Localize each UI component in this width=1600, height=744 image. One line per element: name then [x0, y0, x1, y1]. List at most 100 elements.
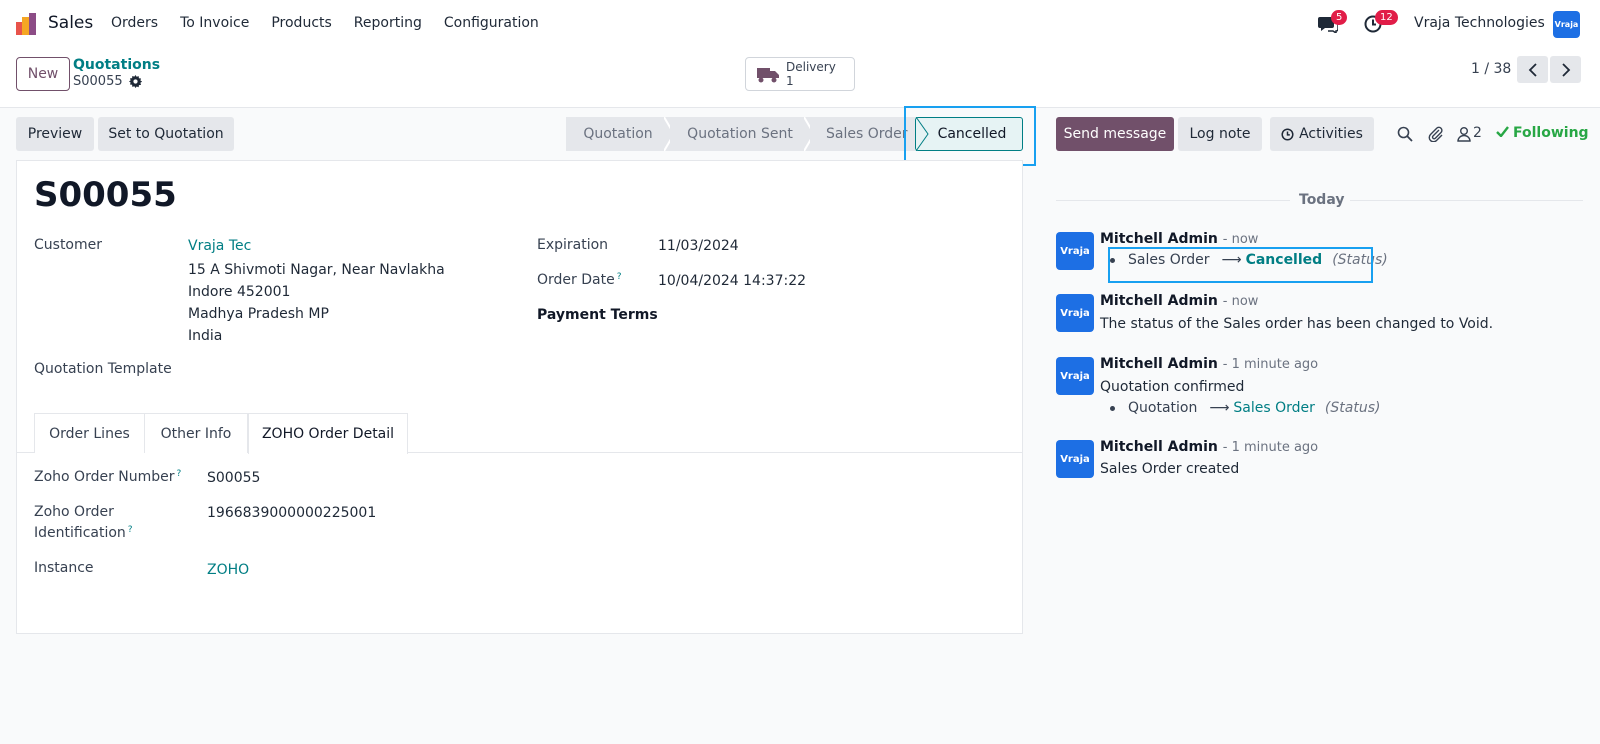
followers-icon[interactable]: [1457, 126, 1471, 142]
message-author-name[interactable]: Mitchell Admin: [1100, 439, 1218, 455]
help-icon[interactable]: ?: [177, 469, 182, 479]
date-divider-line: [1056, 200, 1290, 201]
message-body: Sales Order created: [1100, 461, 1240, 477]
help-icon[interactable]: ?: [128, 525, 133, 535]
delivery-count: 1: [786, 74, 794, 88]
clock-icon: [1281, 127, 1294, 141]
zoho-identification-label-text: Identification: [34, 525, 126, 541]
stage-quotation-sent-label: Quotation Sent: [687, 126, 793, 142]
message-time: - now: [1222, 232, 1259, 247]
record-title: S00055: [34, 175, 177, 215]
message-avatar[interactable]: Vraja: [1056, 232, 1094, 270]
tab-other-info[interactable]: Other Info: [145, 413, 248, 453]
sales-app-icon[interactable]: [16, 13, 38, 35]
pager-next-button[interactable]: [1550, 56, 1581, 83]
follower-count[interactable]: 2: [1473, 125, 1482, 141]
stage-quotation[interactable]: Quotation: [566, 117, 676, 151]
stage-sales-order-label: Sales Order: [826, 126, 908, 142]
delivery-label: Delivery: [786, 60, 836, 74]
send-message-button[interactable]: Send message: [1056, 117, 1174, 151]
message-author-name[interactable]: Mitchell Admin: [1100, 293, 1218, 309]
address-line: Madhya Pradesh MP: [188, 306, 329, 322]
pager-previous-button[interactable]: [1517, 56, 1548, 83]
expiration-value[interactable]: 11/03/2024: [658, 238, 739, 254]
customer-label: Customer: [34, 237, 103, 253]
top-navbar: Sales Orders To Invoice Products Reporti…: [0, 0, 1600, 48]
zoho-identification-label-line: Zoho Order: [34, 504, 114, 520]
preview-button[interactable]: Preview: [16, 117, 94, 151]
message-body: Quotation confirmed: [1100, 379, 1245, 395]
following-button[interactable]: Following: [1496, 125, 1589, 141]
stage-sales-order[interactable]: Sales Order: [810, 117, 915, 151]
tab-zoho-order-detail[interactable]: ZOHO Order Detail: [248, 413, 408, 454]
order-date-label-text: Order Date: [537, 272, 615, 288]
message-time: - 1 minute ago: [1222, 440, 1319, 455]
highlight-box: [1108, 247, 1373, 283]
message-time: - 1 minute ago: [1222, 357, 1319, 372]
expiration-label: Expiration: [537, 237, 609, 253]
search-icon[interactable]: [1397, 126, 1413, 142]
order-date-label: Order Date?: [537, 272, 621, 288]
message-author: Mitchell Admin - 1 minute ago: [1100, 439, 1318, 455]
breadcrumb-current: S00055: [73, 74, 142, 89]
message-avatar[interactable]: Vraja: [1056, 357, 1094, 395]
paperclip-icon[interactable]: [1428, 126, 1444, 142]
menu-reporting[interactable]: Reporting: [354, 15, 422, 31]
zoho-order-number-value[interactable]: S00055: [207, 470, 260, 486]
pager-value[interactable]: 1 / 38: [1471, 61, 1511, 77]
delivery-smart-button[interactable]: Delivery 1: [745, 57, 855, 91]
app-name[interactable]: Sales: [48, 13, 93, 33]
date-divider-label: Today: [1299, 192, 1345, 208]
instance-link[interactable]: ZOHO: [207, 562, 249, 578]
zoho-identification-value[interactable]: 1966839000000225001: [207, 505, 376, 521]
activities-button[interactable]: Activities: [1270, 117, 1374, 151]
tracking-old-value: Quotation: [1128, 400, 1198, 416]
tracking-new-value: Sales Order: [1233, 400, 1315, 416]
main-menu: Orders To Invoice Products Reporting Con…: [111, 15, 561, 31]
message-avatar[interactable]: Vraja: [1056, 294, 1094, 332]
chevron-left-icon: [1528, 62, 1537, 77]
set-to-quotation-button[interactable]: Set to Quotation: [98, 117, 234, 151]
tracking-value: Quotation ⟶ Sales Order (Status): [1110, 400, 1380, 416]
address-line: 15 A Shivmoti Nagar, Near Navlakha: [188, 262, 445, 278]
control-panel: New Quotations S00055 Delivery 1 1 / 38: [0, 48, 1600, 108]
message-author-name[interactable]: Mitchell Admin: [1100, 356, 1218, 372]
menu-to-invoice[interactable]: To Invoice: [180, 15, 249, 31]
tab-order-lines[interactable]: Order Lines: [34, 413, 145, 453]
order-date-value[interactable]: 10/04/2024 14:37:22: [658, 273, 806, 289]
log-note-button[interactable]: Log note: [1178, 117, 1262, 151]
message-body: The status of the Sales order has been c…: [1100, 316, 1494, 332]
message-avatar[interactable]: Vraja: [1056, 440, 1094, 478]
address-line: India: [188, 328, 223, 344]
menu-configuration[interactable]: Configuration: [444, 15, 539, 31]
messages-badge: 5: [1331, 10, 1348, 25]
breadcrumb-quotations[interactable]: Quotations: [73, 57, 160, 73]
bullet: [1110, 405, 1115, 411]
zoho-order-number-label-text: Zoho Order Number: [34, 469, 175, 485]
help-icon[interactable]: ?: [617, 272, 622, 282]
message-author-name[interactable]: Mitchell Admin: [1100, 231, 1218, 247]
menu-orders[interactable]: Orders: [111, 15, 158, 31]
check-icon: [1496, 126, 1509, 138]
customer-link[interactable]: Vraja Tec: [188, 238, 251, 254]
gear-icon[interactable]: [128, 75, 142, 88]
stage-quotation-label: Quotation: [583, 126, 653, 142]
quotation-template-label: Quotation Template: [34, 361, 172, 377]
chevron-right-icon: [1561, 62, 1570, 77]
stage-quotation-sent[interactable]: Quotation Sent: [670, 117, 816, 151]
date-divider-line: [1350, 200, 1583, 201]
instance-label: Instance: [34, 560, 94, 576]
truck-icon: [757, 68, 779, 83]
form-sheet: S00055 Customer Vraja Tec 15 A Shivmoti …: [16, 160, 1023, 634]
breadcrumb-record-name: S00055: [73, 74, 123, 89]
arrow-right-icon: ⟶: [1209, 400, 1230, 416]
new-button[interactable]: New: [16, 57, 70, 91]
tracking-field-name: (Status): [1324, 400, 1381, 416]
company-switcher[interactable]: Vraja Technologies: [1414, 15, 1545, 31]
zoho-identification-label-line: Identification?: [34, 525, 133, 541]
message-author: Mitchell Admin - now: [1100, 231, 1258, 247]
user-avatar[interactable]: Vraja: [1553, 11, 1580, 38]
menu-products[interactable]: Products: [271, 15, 331, 31]
zoho-order-number-label: Zoho Order Number?: [34, 469, 181, 485]
message-author: Mitchell Admin - 1 minute ago: [1100, 356, 1318, 372]
